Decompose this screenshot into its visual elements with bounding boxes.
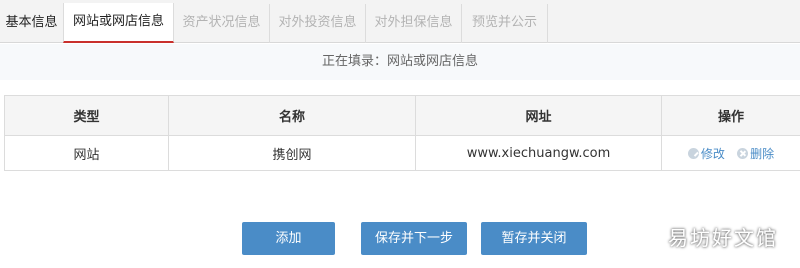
cell-type: 网站 — [4, 135, 169, 171]
cell-name: 携创网 — [168, 135, 416, 171]
tab-bar: 基本信息 网站或网店信息 资产状况信息 对外投资信息 对外担保信息 预览并公示 — [0, 0, 800, 43]
table-header-row: 类型 名称 网址 操作 — [4, 95, 800, 136]
delete-icon — [737, 147, 749, 159]
save-next-button[interactable]: 保存并下一步 — [361, 222, 467, 255]
column-header-url: 网址 — [415, 95, 662, 136]
edit-button[interactable]: 修改 — [687, 146, 725, 161]
tab-investment-info[interactable]: 对外投资信息 — [270, 4, 366, 43]
cell-actions: 修改 删除 — [661, 135, 800, 171]
tab-basic-info[interactable]: 基本信息 — [0, 4, 64, 43]
column-header-name: 名称 — [168, 95, 416, 136]
edit-label: 修改 — [700, 146, 725, 161]
current-section-label: 正在填录：网站或网店信息 — [0, 44, 800, 80]
column-header-type: 类型 — [4, 95, 169, 136]
cell-url: www.xiechuangw.com — [415, 135, 662, 171]
save-close-button[interactable]: 暂存并关闭 — [481, 222, 587, 255]
tab-assets-info[interactable]: 资产状况信息 — [174, 4, 270, 43]
tab-website-info[interactable]: 网站或网店信息 — [63, 3, 174, 43]
edit-icon — [687, 147, 699, 159]
delete-button[interactable]: 删除 — [737, 147, 774, 161]
add-button[interactable]: 添加 — [242, 222, 335, 255]
watermark-text: 易坊好文馆 — [668, 226, 778, 250]
tab-guarantee-info[interactable]: 对外担保信息 — [366, 4, 462, 43]
website-table: 类型 名称 网址 操作 网站 携创网 www.xiechuangw.com 修改… — [4, 95, 800, 171]
delete-label: 删除 — [750, 146, 775, 161]
column-header-actions: 操作 — [661, 95, 800, 136]
table-row: 网站 携创网 www.xiechuangw.com 修改 删除 — [4, 135, 800, 171]
tab-preview-publish[interactable]: 预览并公示 — [462, 4, 548, 43]
